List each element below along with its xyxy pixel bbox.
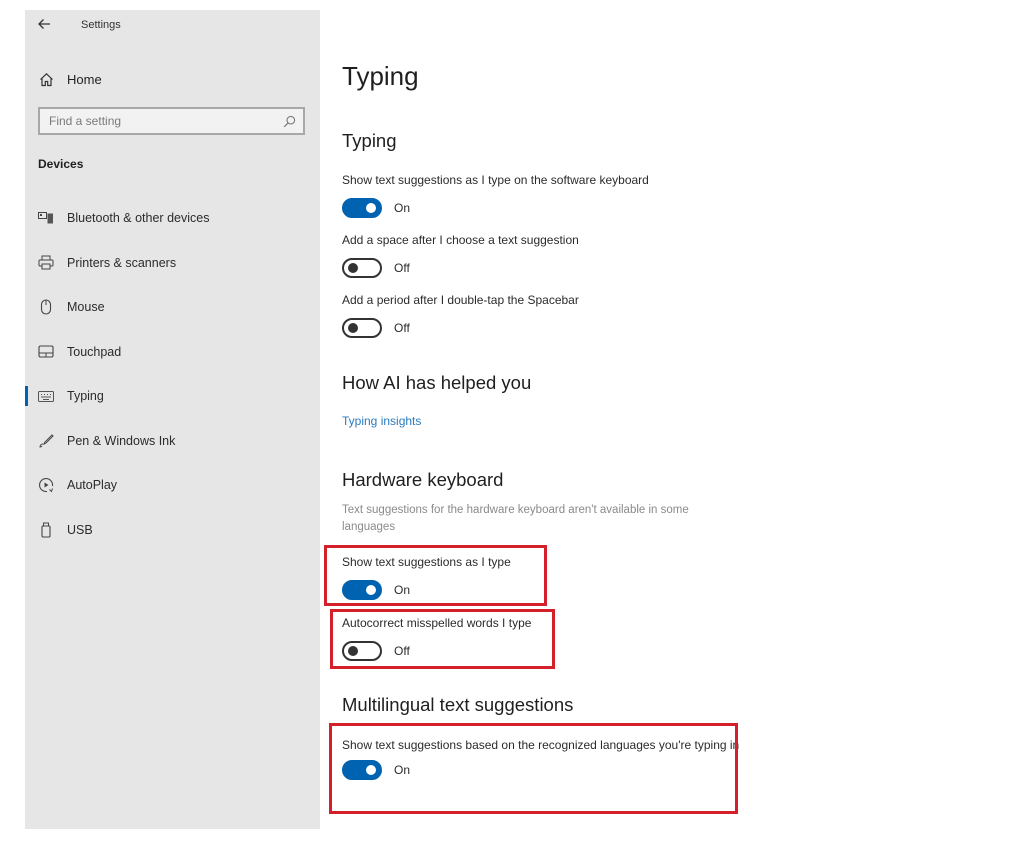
sidebar-item-usb[interactable]: USB bbox=[25, 508, 320, 553]
section-title-multilingual: Multilingual text suggestions bbox=[342, 694, 574, 715]
highlight-box-autocorrect bbox=[330, 609, 555, 669]
toggle-software-suggestions[interactable] bbox=[342, 198, 382, 218]
sidebar-item-bluetooth[interactable]: Bluetooth & other devices bbox=[25, 196, 320, 241]
setting-label: Add a period after I double-tap the Spac… bbox=[342, 293, 579, 307]
sidebar-item-label: USB bbox=[67, 522, 93, 537]
printer-icon bbox=[38, 255, 54, 271]
touchpad-icon bbox=[38, 344, 54, 360]
autoplay-icon bbox=[38, 477, 54, 493]
sidebar-item-printers[interactable]: Printers & scanners bbox=[25, 241, 320, 286]
home-label: Home bbox=[67, 71, 102, 87]
search-box[interactable] bbox=[38, 107, 305, 135]
pen-icon bbox=[38, 433, 54, 449]
toggle-knob bbox=[366, 203, 376, 213]
sidebar-item-label: Typing bbox=[67, 389, 104, 404]
keyboard-icon bbox=[38, 388, 54, 404]
search-input[interactable] bbox=[40, 114, 278, 128]
toggle-add-space[interactable] bbox=[342, 258, 382, 278]
sidebar-item-typing[interactable]: Typing bbox=[25, 374, 320, 419]
sidebar-nav: Bluetooth & other devices Printers & sca… bbox=[25, 196, 320, 552]
usb-icon bbox=[38, 522, 54, 538]
home-icon bbox=[37, 70, 55, 88]
sidebar-item-autoplay[interactable]: AutoPlay bbox=[25, 463, 320, 508]
section-title-typing: Typing bbox=[342, 130, 397, 151]
sidebar-item-label: Touchpad bbox=[67, 344, 122, 359]
page-title: Typing bbox=[342, 61, 419, 91]
sidebar-item-touchpad[interactable]: Touchpad bbox=[25, 330, 320, 375]
hardware-hint: Text suggestions for the hardware keyboa… bbox=[342, 504, 689, 533]
toggle-knob bbox=[348, 323, 358, 333]
sidebar-item-pen[interactable]: Pen & Windows Ink bbox=[25, 419, 320, 464]
sidebar: Settings Home Devices Bluetooth & other … bbox=[25, 10, 320, 829]
sidebar-item-label: Bluetooth & other devices bbox=[67, 211, 210, 226]
section-title-hardware: Hardware keyboard bbox=[342, 469, 504, 490]
back-button[interactable] bbox=[37, 16, 57, 36]
setting-label: Show text suggestions as I type on the s… bbox=[342, 173, 649, 187]
toggle-state: Off bbox=[394, 261, 410, 275]
highlight-box-hw-suggestions bbox=[324, 545, 547, 606]
typing-insights-link[interactable]: Typing insights bbox=[342, 414, 421, 428]
highlight-box-multilingual bbox=[329, 723, 738, 814]
section-title-ai: How AI has helped you bbox=[342, 372, 532, 393]
title-bar: Settings bbox=[25, 10, 320, 42]
search-icon[interactable] bbox=[278, 110, 300, 132]
sidebar-item-home[interactable]: Home bbox=[37, 68, 102, 90]
sidebar-item-mouse[interactable]: Mouse bbox=[25, 285, 320, 330]
toggle-state: Off bbox=[394, 321, 410, 335]
sidebar-item-label: Pen & Windows Ink bbox=[67, 433, 176, 448]
main-content: Typing Typing Show text suggestions as I… bbox=[342, 0, 1002, 842]
setting-software-suggestions: Show text suggestions as I type on the s… bbox=[342, 172, 649, 218]
setting-add-space: Add a space after I choose a text sugges… bbox=[342, 232, 579, 278]
toggle-add-period[interactable] bbox=[342, 318, 382, 338]
toggle-knob bbox=[348, 263, 358, 273]
setting-add-period: Add a period after I double-tap the Spac… bbox=[342, 292, 579, 338]
app-title: Settings bbox=[81, 19, 121, 31]
sidebar-item-label: AutoPlay bbox=[67, 478, 118, 493]
sidebar-item-label: Mouse bbox=[67, 300, 105, 315]
toggle-state: On bbox=[394, 201, 411, 215]
section-label-devices: Devices bbox=[38, 157, 84, 171]
mouse-icon bbox=[38, 299, 54, 315]
setting-label: Add a space after I choose a text sugges… bbox=[342, 233, 579, 247]
back-arrow-icon bbox=[38, 19, 50, 29]
sidebar-item-label: Printers & scanners bbox=[67, 255, 177, 270]
bluetooth-devices-icon bbox=[38, 210, 54, 226]
